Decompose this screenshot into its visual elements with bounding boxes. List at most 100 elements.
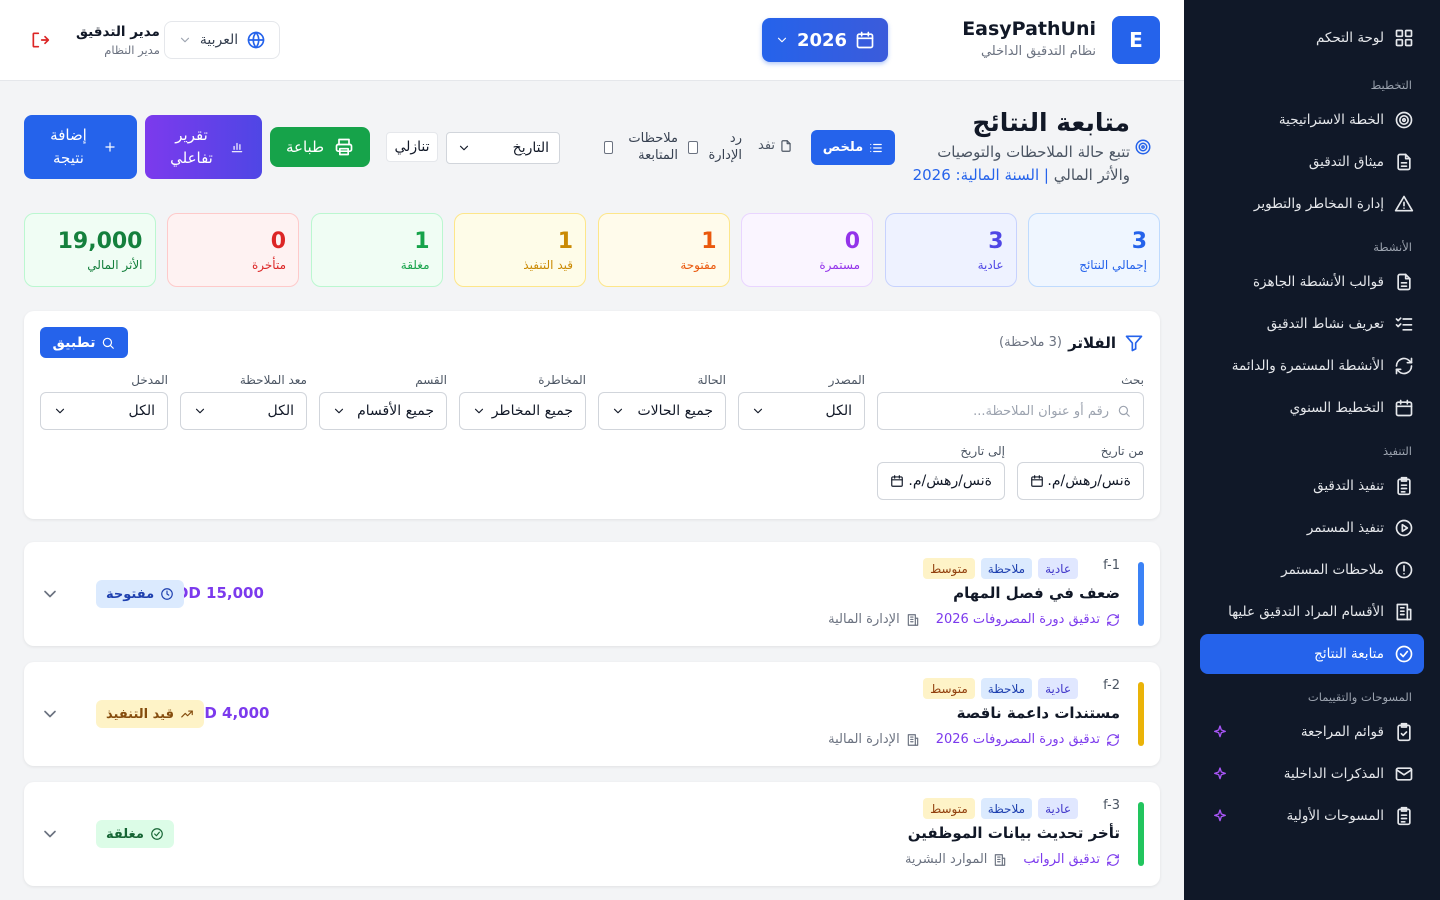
- tag-category: ملاحظة: [980, 678, 1033, 699]
- from-date-input[interactable]: ةنس/رهش/م.: [1017, 462, 1144, 500]
- building-icon: [907, 733, 918, 746]
- clipboard-list-icon: [1397, 806, 1411, 826]
- preparer-select[interactable]: الكل: [180, 392, 307, 430]
- add-result-button[interactable]: إضافة نتيجة: [24, 115, 137, 179]
- finding-department: الإدارة المالية: [828, 612, 920, 627]
- from-date-label: من تاريخ: [1100, 444, 1144, 458]
- sidebar-item-annual-planning[interactable]: التخطيط السنوي: [1200, 388, 1424, 428]
- brand-subtitle: نظام التدقيق الداخلي: [980, 44, 1096, 59]
- department-select[interactable]: جميع الأقسام: [319, 392, 447, 430]
- play-circle-icon: [1395, 519, 1413, 537]
- sidebar-item-audited-departments[interactable]: الأقسام المراد التدقيق عليها: [1200, 592, 1424, 632]
- source-label: المصدر: [828, 373, 865, 387]
- sidebar-item-strategic-plan[interactable]: الخطة الاستراتيجية: [1200, 100, 1424, 140]
- to-date-input[interactable]: ةنس/رهش/م.: [877, 462, 1005, 500]
- finding-meta: تدقيق دورة المصروفات 2026 الإدارة المالية: [828, 612, 1120, 627]
- admin-reply-label: رد الإدارة: [708, 131, 742, 163]
- sidebar-item-label: قوائم المراجعة: [1300, 724, 1384, 740]
- sidebar-item-label: ملاحظات المستمر: [1281, 562, 1384, 578]
- sidebar-item-label: الخطة الاستراتيجية: [1278, 112, 1384, 128]
- apply-label: تطبيق: [52, 334, 96, 351]
- finding-card[interactable]: f-3 عادية ملاحظة متوسط تأخر تحديث بيانات الم…: [24, 782, 1160, 886]
- expand-button[interactable]: [40, 824, 60, 844]
- sidebar-item-initial-surveys[interactable]: المسوحات الأولية: [1200, 796, 1424, 836]
- apply-filters-button[interactable]: تطبيق: [40, 327, 128, 358]
- search-input[interactable]: رقم أو عنوان الملاحظة...: [877, 392, 1144, 430]
- sparkle-icon: [1214, 809, 1226, 822]
- user-role: مدير النظام: [104, 43, 160, 57]
- finding-source[interactable]: تدقيق دورة المصروفات 2026: [936, 612, 1120, 627]
- chevron-down-icon: [44, 830, 56, 838]
- status-select[interactable]: جميع الحالات: [598, 392, 726, 430]
- follow-notes-checkbox[interactable]: ملاحظات المتابعة: [604, 130, 678, 164]
- sidebar-section-execution: التنفيذ: [1383, 444, 1412, 458]
- list-icon: [870, 143, 883, 152]
- calendar-icon: [1395, 399, 1413, 417]
- sidebar-item-continuous-execution[interactable]: تنفيذ المستمر: [1200, 508, 1424, 548]
- grid-icon: [1395, 29, 1413, 47]
- stat-value: 1: [701, 229, 717, 254]
- finding-tags: عادية ملاحظة متوسط: [923, 798, 1078, 819]
- year-selector[interactable]: 2026: [762, 18, 888, 62]
- source-select[interactable]: الكل: [738, 392, 865, 430]
- sidebar-item-continuous-activities[interactable]: الأنشطة المستمرة والدائمة: [1200, 346, 1424, 386]
- sidebar-item-results-followup[interactable]: متابعة النتائج: [1200, 634, 1424, 674]
- sidebar-item-label: الأنشطة المستمرة والدائمة: [1231, 358, 1384, 374]
- logout-button[interactable]: [30, 30, 50, 50]
- clock-icon: [161, 588, 173, 600]
- finding-card[interactable]: f-1 عادية ملاحظة متوسط ضعف في فصل المهام تدقي…: [24, 542, 1160, 646]
- user-name: مدير التدقيق: [76, 24, 160, 40]
- sparkle-icon: [1214, 725, 1226, 738]
- refresh-icon: [1107, 613, 1119, 626]
- view-detail-button[interactable]: تفد: [758, 138, 793, 153]
- sort-by-select[interactable]: التاريخ: [446, 132, 560, 164]
- finding-source[interactable]: تدقيق دورة المصروفات 2026: [936, 732, 1120, 747]
- expand-button[interactable]: [40, 584, 60, 604]
- entry-select[interactable]: الكل: [40, 392, 168, 430]
- department-label: القسم: [415, 373, 447, 387]
- tag-risk: متوسط: [923, 678, 975, 699]
- sidebar-item-audit-charter[interactable]: ميثاق التدقيق: [1200, 142, 1424, 182]
- filters-panel: الفلاتر (3 ملاحظة) تطبيق بحث رقم أو عنوا…: [24, 311, 1160, 519]
- chevron-down-icon: [459, 145, 469, 151]
- chevron-down-icon: [474, 408, 484, 414]
- sidebar-item-label: ميثاق التدقيق: [1308, 154, 1384, 170]
- sort-direction-button[interactable]: تنازلي: [386, 132, 438, 162]
- sidebar-item-checklists[interactable]: قوائم المراجعة: [1200, 712, 1424, 752]
- status-text: مفتوحة: [106, 586, 155, 602]
- interactive-report-button[interactable]: تقرير تفاعلي: [145, 115, 262, 179]
- print-button[interactable]: طباعة: [270, 127, 370, 167]
- checkbox-box[interactable]: [688, 140, 699, 154]
- sidebar-item-dashboard[interactable]: لوحة التحكم: [1200, 18, 1424, 58]
- finding-source[interactable]: تدقيق الرواتب: [1023, 852, 1120, 867]
- view-summary-button[interactable]: ملخص: [811, 130, 895, 165]
- sidebar-item-continuous-notes[interactable]: ملاحظات المستمر: [1200, 550, 1424, 590]
- finding-source-text: تدقيق الرواتب: [1023, 852, 1100, 867]
- finding-title: ضعف في فصل المهام: [953, 584, 1120, 602]
- finding-card[interactable]: f-2 عادية ملاحظة متوسط مستندات داعمة ناقصة تد…: [24, 662, 1160, 766]
- checkbox-box[interactable]: [604, 140, 613, 154]
- sidebar-item-define-activity[interactable]: تعريف نشاط التدقيق: [1200, 304, 1424, 344]
- fiscal-year: | السنة المالية: 2026: [912, 166, 1049, 184]
- sidebar-item-label: المسوحات الأولية: [1286, 808, 1384, 824]
- risk-label: المخاطرة: [538, 373, 586, 387]
- admin-reply-checkbox[interactable]: رد الإدارة: [688, 130, 742, 164]
- stat-card: 1 قيد التنفيذ: [454, 213, 586, 287]
- language-selector[interactable]: العربية: [164, 21, 280, 59]
- sidebar-item-risk-management[interactable]: إدارة المخاطر والتطوير: [1200, 184, 1424, 224]
- entry-value: الكل: [128, 403, 156, 419]
- expand-button[interactable]: [40, 704, 60, 724]
- from-date-value: ةنس/رهش/م.: [1047, 473, 1131, 489]
- stat-label: قيد التنفيذ: [523, 258, 573, 272]
- finding-title: مستندات داعمة ناقصة: [956, 704, 1120, 722]
- filters-title-text: الفلاتر: [1068, 334, 1116, 352]
- sidebar-item-internal-memos[interactable]: المذكرات الداخلية: [1200, 754, 1424, 794]
- sidebar-item-label: متابعة النتائج: [1314, 646, 1384, 662]
- sidebar-item-audit-execution[interactable]: تنفيذ التدقيق: [1200, 466, 1424, 506]
- refresh-icon: [1395, 357, 1413, 375]
- finding-department: الموارد البشرية: [905, 852, 1007, 867]
- tag-risk: متوسط: [923, 798, 975, 819]
- document-icon: [1397, 273, 1411, 291]
- sidebar-item-activity-templates[interactable]: قوالب الأنشطة الجاهزة: [1200, 262, 1424, 302]
- risk-select[interactable]: جميع المخاطر: [459, 392, 586, 430]
